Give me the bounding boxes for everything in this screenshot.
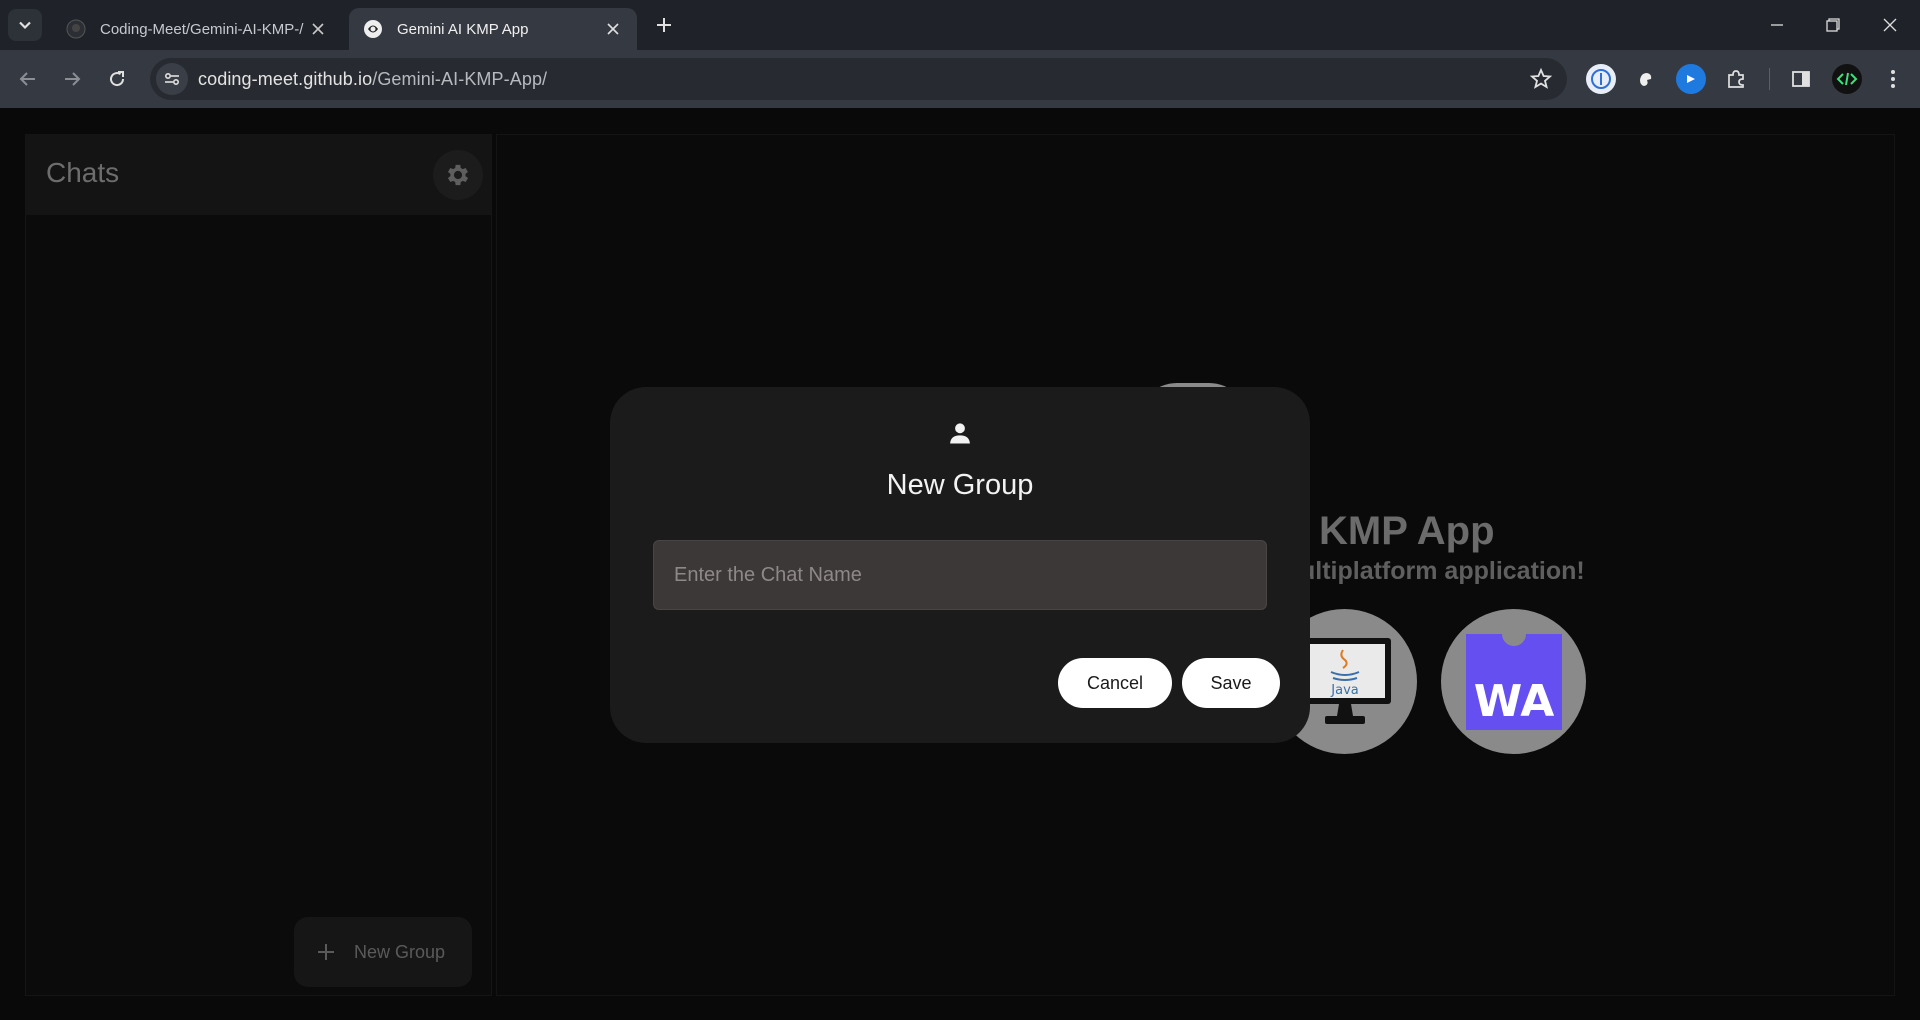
extensions-puzzle-icon[interactable] (1721, 64, 1751, 94)
url-path: /Gemini-AI-KMP-App/ (372, 68, 548, 89)
app-page: Chats New Group KMP App ultiplatform app… (0, 108, 1920, 1020)
tab-gemini-app[interactable]: Gemini AI KMP App (349, 8, 637, 50)
tab-title: Gemini AI KMP App (397, 20, 529, 38)
restore-icon[interactable] (1819, 12, 1847, 38)
browser-menu-icon[interactable] (1878, 64, 1908, 94)
tab-search-button[interactable] (8, 9, 42, 41)
welcome-title: KMP App (1319, 509, 1495, 553)
sidebar-header: Chats (26, 135, 491, 215)
site-info-icon[interactable] (156, 63, 188, 95)
bookmark-star-icon[interactable] (1529, 67, 1553, 91)
new-group-button[interactable]: New Group (294, 917, 472, 987)
forward-arrow-icon[interactable] (58, 65, 86, 93)
devtools-code-icon[interactable] (1832, 64, 1862, 94)
gear-icon (447, 164, 469, 186)
close-window-icon[interactable] (1876, 12, 1904, 38)
tab-github[interactable]: Coding-Meet/Gemini-AI-KMP-/ (52, 8, 342, 50)
person-icon (950, 423, 970, 444)
tab-title: Coding-Meet/Gemini-AI-KMP-/ (100, 20, 304, 38)
minimize-icon[interactable] (1763, 12, 1791, 38)
new-group-dialog: New Group Cancel Save (610, 387, 1310, 743)
github-icon (66, 19, 86, 39)
reload-icon[interactable] (103, 65, 131, 93)
chat-name-input[interactable] (653, 540, 1267, 610)
sidebar-title: Chats (46, 157, 120, 188)
back-arrow-icon[interactable] (14, 65, 42, 93)
url-text[interactable]: coding-meet.github.io/Gemini-AI-KMP-App/ (198, 69, 547, 90)
close-icon[interactable] (603, 19, 623, 39)
new-tab-icon[interactable] (652, 13, 676, 37)
url-host: coding-meet.github.io (198, 68, 373, 89)
settings-button[interactable] (433, 150, 483, 200)
extension-1-icon[interactable] (1586, 64, 1616, 94)
cancel-button[interactable]: Cancel (1058, 658, 1172, 708)
wasm-label: WA (1473, 676, 1554, 727)
chevron-down-icon (19, 21, 31, 30)
side-panel-icon[interactable] (1786, 64, 1816, 94)
chats-sidebar: Chats New Group (25, 134, 492, 996)
extension-2-icon[interactable] (1631, 64, 1661, 94)
welcome-subtitle: ultiplatform application! (1300, 557, 1585, 585)
webassembly-icon: WA (1441, 609, 1586, 754)
plus-icon (318, 944, 334, 960)
close-icon[interactable] (308, 19, 328, 39)
save-button[interactable]: Save (1182, 658, 1280, 708)
browser-tab-strip: Coding-Meet/Gemini-AI-KMP-/ Gemini AI KM… (0, 0, 1920, 50)
new-group-label: New Group (354, 941, 446, 962)
toolbar-divider (1769, 68, 1770, 90)
java-label: Java (1330, 683, 1358, 698)
dialog-title: New Group (886, 469, 1034, 501)
extension-3-icon[interactable] (1676, 64, 1706, 94)
address-bar[interactable]: coding-meet.github.io/Gemini-AI-KMP-App/ (150, 58, 1567, 100)
app-logo-icon (364, 20, 382, 38)
